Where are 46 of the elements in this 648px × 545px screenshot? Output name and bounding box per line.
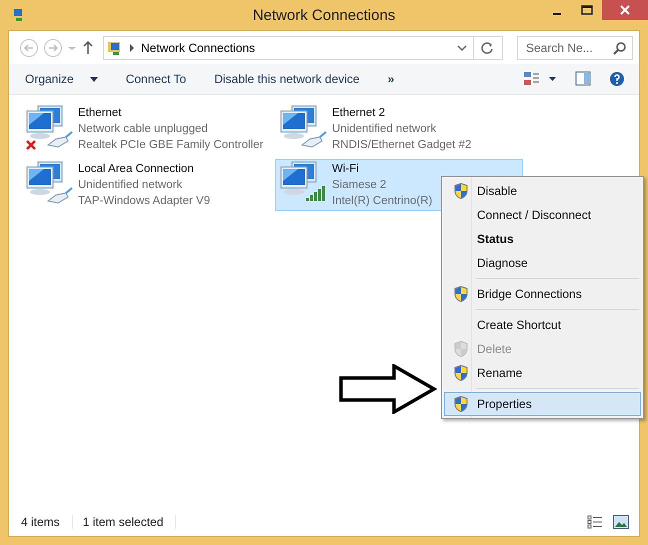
connection-status: Unidentified network [332,122,438,137]
connection-name: Local Area Connection [78,162,195,177]
menu-item[interactable]: Rename [444,361,641,385]
adapter-name: TAP-Windows Adapter V9 [78,194,210,209]
chevron-right-icon [129,44,135,52]
more-button[interactable]: » [380,68,402,90]
maximize-icon [581,5,593,15]
close-icon [620,5,630,15]
connection-item[interactable]: Ethernet Network cable unplugged Realtek PCIe GBE Family Controller [21,103,269,155]
connection-item[interactable]: Ethernet 2 Unidentified network RNDIS/Ethernet Gadget #2 [275,103,523,155]
thumbnail-view-icon[interactable] [613,515,629,529]
selection-count: 1 item selected [82,515,176,529]
connection-name: Wi-Fi [332,162,360,177]
menu-item[interactable]: Bridge Connections [444,282,641,306]
help-icon[interactable] [609,71,625,87]
details-view-icon[interactable] [587,515,603,529]
search-icon [613,40,627,54]
connection-status: Unidentified network [78,178,184,193]
network-folder-icon [10,6,26,22]
adapter-name: RNDIS/Ethernet Gadget #2 [332,138,472,153]
chevron-down-icon[interactable] [457,44,467,52]
refresh-icon[interactable] [480,40,494,54]
menu-item[interactable]: Create Shortcut [444,313,641,337]
adapter-name: Intel(R) Centrino(R) [332,194,432,209]
search-field[interactable]: Search Ne... [517,36,633,60]
connection-status: Siamese 2 [332,178,388,193]
menu-item[interactable]: Status [444,227,641,251]
preview-pane-icon[interactable] [575,71,591,87]
network-folder-icon [107,40,123,56]
item-count: 4 items [21,515,73,529]
window-title: Network Connections [252,6,396,24]
toolbar-button[interactable]: Connect To [118,68,194,90]
adapter-name: Realtek PCIe GBE Family Controller [78,138,264,153]
address-bar[interactable]: Network Connections [103,36,503,60]
toolbar-button[interactable]: Disable this network device [206,68,368,90]
connection-item[interactable]: Local Area Connection Unidentified network TAP-Windows Adapter V9 [21,159,269,211]
address-path: Network Connections [141,40,256,54]
connection-name: Ethernet [78,106,122,121]
close-button[interactable] [602,0,648,20]
menu-item[interactable]: Properties [444,392,641,416]
toolbar-button[interactable]: Organize [17,68,106,90]
view-options-icon[interactable] [523,71,557,87]
connection-name: Ethernet 2 [332,106,386,121]
menu-item[interactable]: Diagnose [444,251,641,275]
minimize-icon [553,13,561,15]
connection-status: Network cable unplugged [78,122,209,137]
